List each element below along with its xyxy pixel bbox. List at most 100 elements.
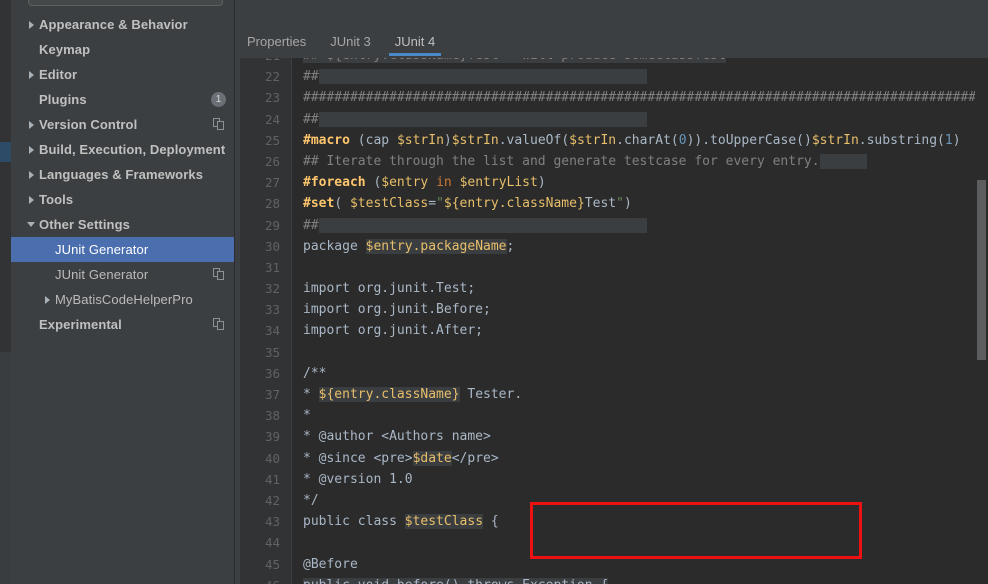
chevron-right-icon[interactable]	[39, 287, 55, 312]
sidebar-item-other-settings[interactable]: Other Settings	[11, 212, 234, 237]
chevron-right-icon[interactable]	[23, 137, 39, 162]
copy-icon[interactable]	[213, 268, 226, 281]
sidebar-item-languages-frameworks[interactable]: Languages & Frameworks	[11, 162, 234, 187]
line-number: 28	[240, 193, 280, 214]
code-token: package	[303, 239, 366, 254]
editor-scrollbar-thumb[interactable]	[977, 180, 986, 360]
copy-icon[interactable]	[213, 118, 226, 131]
editor-code-area[interactable]: 21## ${entry.className}Test - will produ…	[240, 58, 988, 584]
ide-left-edge-lower	[0, 352, 11, 584]
code-token: import org.junit.After;	[303, 323, 483, 338]
code-line[interactable]: 31	[240, 257, 988, 278]
code-token: *	[303, 387, 319, 402]
line-number: 38	[240, 405, 280, 426]
code-token: $testClass	[405, 514, 483, 529]
code-token: * @since <pre>	[303, 451, 413, 466]
code-token: )	[624, 196, 632, 211]
line-text: import org.junit.Test;	[303, 278, 475, 299]
code-line[interactable]: 45@Before	[240, 554, 988, 575]
chevron-right-icon	[29, 21, 34, 29]
code-line[interactable]: 33import org.junit.Before;	[240, 299, 988, 320]
code-line[interactable]: 27#foreach ($entry in $entryList)	[240, 172, 988, 193]
chevron-down-icon	[27, 222, 35, 227]
sidebar-item-appearance-behavior[interactable]: Appearance & Behavior	[11, 12, 234, 37]
chevron-right-icon[interactable]	[23, 162, 39, 187]
sidebar-item-build-execution-deployment[interactable]: Build, Execution, Deployment	[11, 137, 234, 162]
code-token: public class	[303, 514, 405, 529]
line-text: * @version 1.0	[303, 469, 413, 490]
sidebar-item-tools[interactable]: Tools	[11, 187, 234, 212]
code-line[interactable]: 34 import org.junit.After;	[240, 320, 988, 341]
code-line[interactable]: 40* @since <pre>$date</pre>	[240, 448, 988, 469]
line-number: 34	[240, 320, 280, 341]
sidebar-item-label: JUnit Generator	[55, 267, 148, 282]
code-line[interactable]: 37* ${entry.className} Tester.	[240, 384, 988, 405]
chevron-down-icon[interactable]	[23, 212, 39, 237]
code-line[interactable]: 35	[240, 342, 988, 363]
code-token: {	[483, 514, 499, 529]
line-number: 31	[240, 257, 280, 278]
sidebar-item-mybatiscodehelperpro[interactable]: MyBatisCodeHelperPro	[11, 287, 234, 312]
code-line[interactable]: 23######################################…	[240, 87, 988, 108]
editor-vertical-scrollbar[interactable]	[975, 58, 988, 584]
line-number: 21	[240, 58, 280, 66]
code-line[interactable]: 36/**	[240, 363, 988, 384]
code-token: 0	[679, 133, 687, 148]
sidebar-item-label: Version Control	[39, 117, 137, 132]
code-line[interactable]: 29##	[240, 215, 988, 236]
copy-icon[interactable]	[213, 318, 226, 331]
code-line[interactable]: 38*	[240, 405, 988, 426]
code-line[interactable]: 30package $entry.packageName;	[240, 236, 988, 257]
tab-junit-3[interactable]: JUnit 3	[318, 26, 382, 56]
code-token: /**	[303, 366, 326, 381]
code-token: ${entry.className}	[444, 196, 585, 211]
code-line[interactable]: 22##	[240, 66, 988, 87]
search-input[interactable]	[28, 0, 223, 6]
code-line[interactable]: 32import org.junit.Test;	[240, 278, 988, 299]
chevron-right-icon[interactable]	[23, 62, 39, 87]
code-token: (	[366, 175, 382, 190]
line-number: 29	[240, 215, 280, 236]
code-line[interactable]: 43public class $testClass {	[240, 511, 988, 532]
sidebar-item-junit-generator[interactable]: JUnit Generator	[11, 237, 234, 262]
sidebar-item-experimental[interactable]: Experimental	[11, 312, 234, 337]
settings-tree: Appearance & BehaviorKeymapEditorPlugins…	[11, 12, 234, 337]
sidebar-item-keymap[interactable]: Keymap	[11, 37, 234, 62]
code-line[interactable]: 25#macro (cap $strIn)$strIn.valueOf($str…	[240, 130, 988, 151]
code-token: * @version 1.0	[303, 472, 413, 487]
line-number: 40	[240, 448, 280, 469]
chevron-right-icon[interactable]	[23, 112, 39, 137]
chevron-right-icon[interactable]	[23, 187, 39, 212]
line-text: */	[303, 490, 319, 511]
code-line[interactable]: 28#set( $testClass="${entry.className}Te…	[240, 193, 988, 214]
tab-properties[interactable]: Properties	[235, 26, 318, 56]
code-line[interactable]: 42*/	[240, 490, 988, 511]
chevron-right-icon[interactable]	[23, 12, 39, 37]
sidebar-item-editor[interactable]: Editor	[11, 62, 234, 87]
tab-junit-4[interactable]: JUnit 4	[383, 26, 447, 56]
code-line[interactable]: 39* @author <Authors name>	[240, 426, 988, 447]
code-line[interactable]: 44	[240, 532, 988, 553]
code-line[interactable]: 41* @version 1.0	[240, 469, 988, 490]
code-token	[319, 218, 648, 233]
settings-detail-panel: PropertiesJUnit 3JUnit 4 21## ${entry.cl…	[235, 0, 988, 584]
code-token: ## Iterate through the list and generate…	[303, 154, 820, 169]
code-token: )	[444, 133, 452, 148]
sidebar-item-plugins[interactable]: Plugins1	[11, 87, 234, 112]
code-line[interactable]: 26## Iterate through the list and genera…	[240, 151, 988, 172]
template-editor[interactable]: 21## ${entry.className}Test - will produ…	[240, 58, 988, 584]
code-token	[319, 112, 648, 127]
sidebar-item-junit-generator[interactable]: JUnit Generator	[11, 262, 234, 287]
line-number: 46	[240, 575, 280, 584]
code-token: ${entry.className}	[319, 387, 460, 402]
code-token: </pre>	[452, 451, 499, 466]
code-token: (	[334, 196, 350, 211]
ide-left-edge-strip	[0, 0, 11, 584]
code-line[interactable]: 24##	[240, 109, 988, 130]
code-line[interactable]: 46public void before() throws Exception …	[240, 575, 988, 584]
code-token: (cap	[350, 133, 397, 148]
status-badge: 1	[211, 92, 226, 107]
code-line[interactable]: 21## ${entry.className}Test - will produ…	[240, 58, 988, 66]
sidebar-item-version-control[interactable]: Version Control	[11, 112, 234, 137]
line-text: import org.junit.After;	[303, 320, 483, 341]
